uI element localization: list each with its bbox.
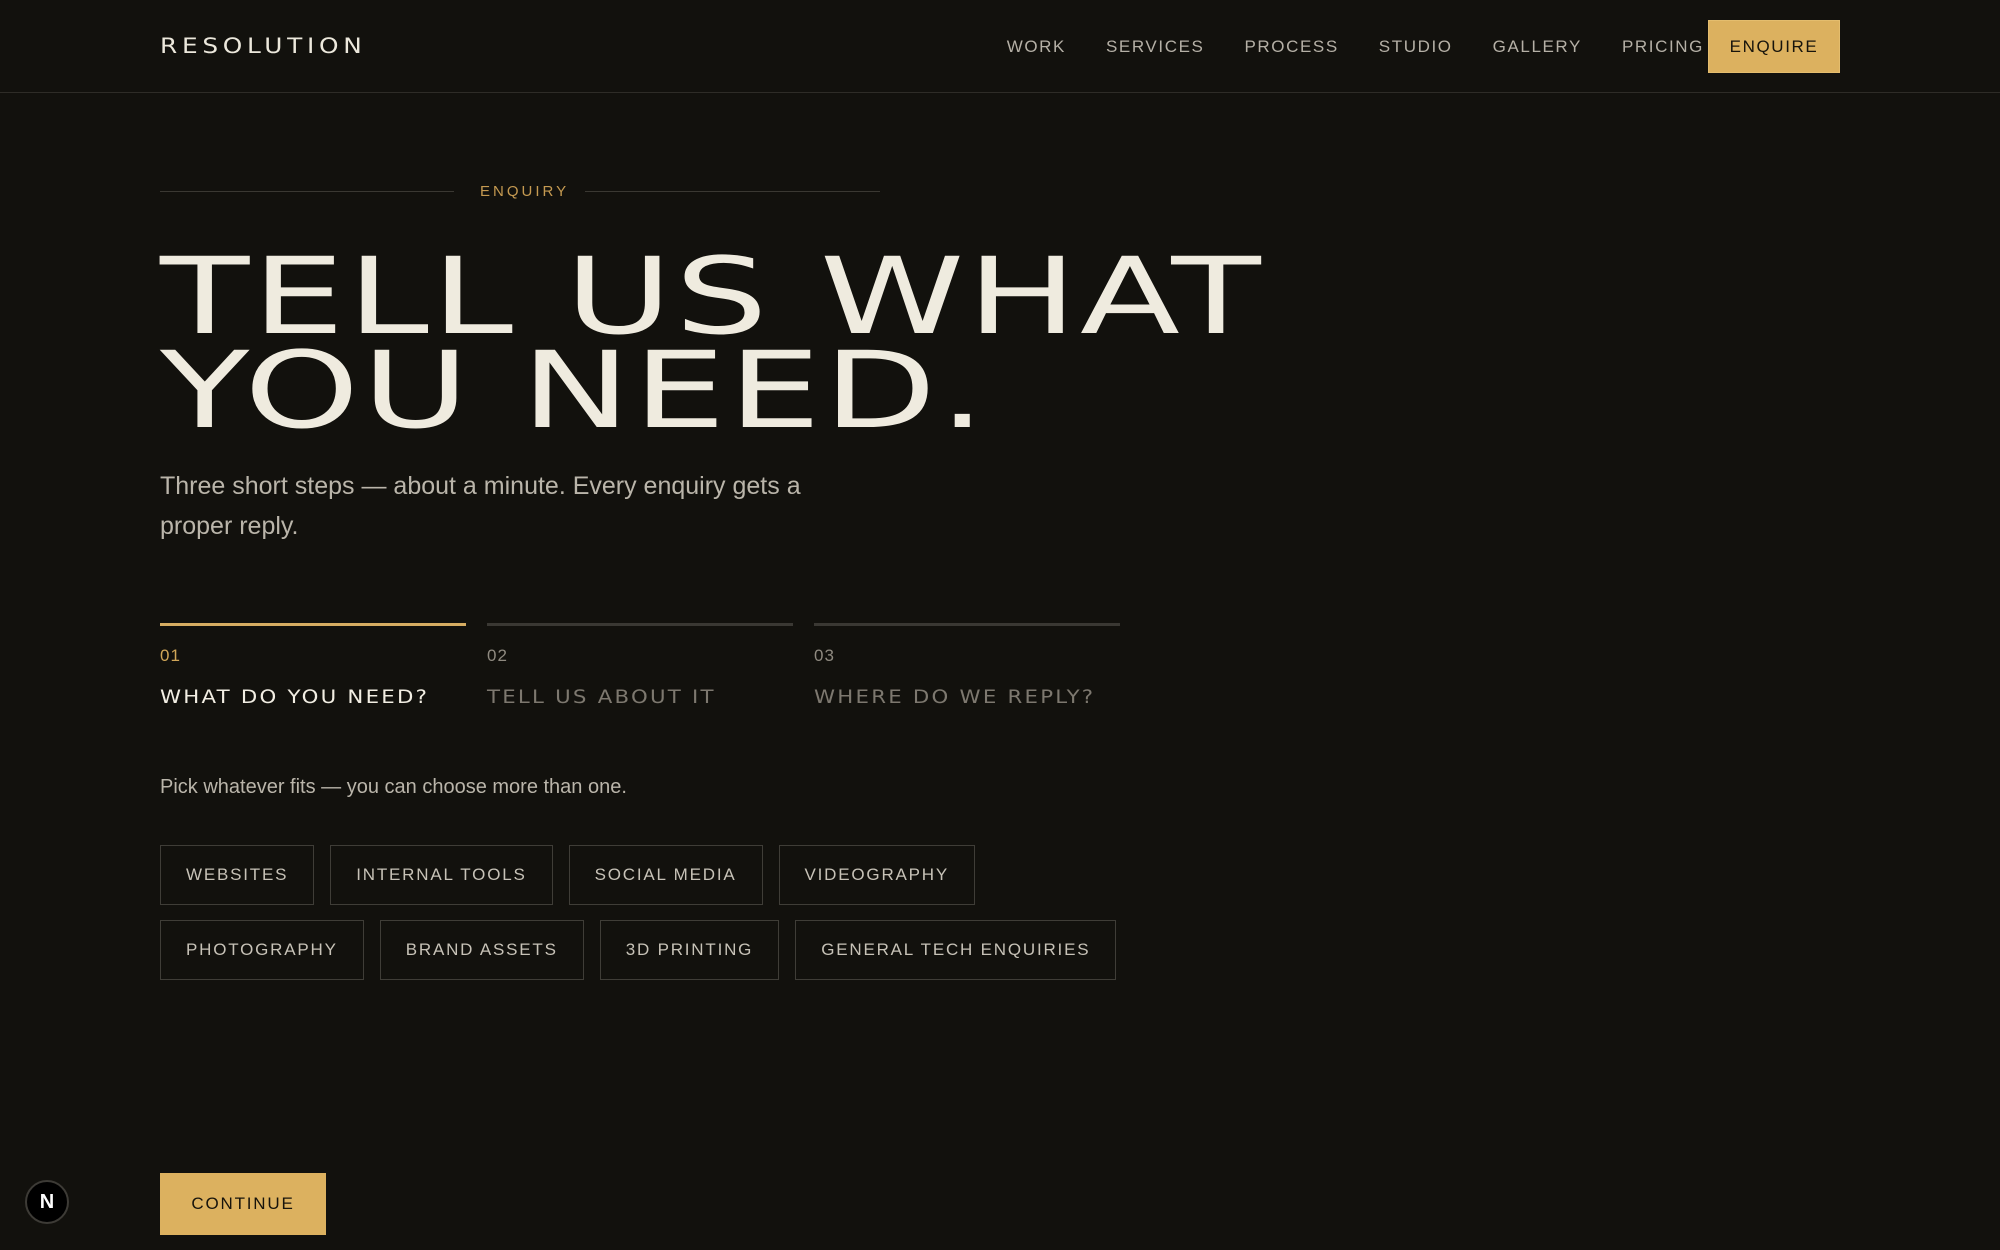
eyebrow-divider-left [160, 191, 454, 192]
option-general-tech-enquiries[interactable]: GENERAL TECH ENQUIRIES [795, 920, 1117, 980]
step-2-number: 02 [487, 646, 508, 665]
nav-link-gallery[interactable]: GALLERY [1493, 37, 1582, 57]
option-videography[interactable]: VIDEOGRAPHY [778, 845, 976, 905]
service-options-row-1: WEBSITES INTERNAL TOOLS SOCIAL MEDIA VID… [160, 845, 976, 905]
step-3-number: 03 [814, 646, 835, 665]
step-2[interactable]: 02 TELL US ABOUT IT [487, 623, 793, 708]
enquiry-page: RESOLUTION WORK SERVICES PROCESS STUDIO … [0, 0, 2000, 1250]
step-3-label: WHERE DO WE REPLY? [814, 686, 1096, 708]
nav-link-services[interactable]: SERVICES [1106, 37, 1204, 57]
page-title-line-2: YOU NEED. [160, 329, 989, 452]
nav-link-pricing[interactable]: PRICING [1622, 37, 1704, 57]
option-brand-assets[interactable]: BRAND ASSETS [379, 920, 584, 980]
step-3[interactable]: 03 WHERE DO WE REPLY? [814, 623, 1120, 708]
nav-link-studio[interactable]: STUDIO [1379, 37, 1453, 57]
enquire-button[interactable]: ENQUIRE [1708, 20, 1840, 73]
nav-links: WORK SERVICES PROCESS STUDIO GALLERY PRI… [967, 37, 1704, 57]
step-2-progress-bar [487, 623, 793, 626]
step-3-progress-bar [814, 623, 1120, 626]
step-1[interactable]: 01 WHAT DO YOU NEED? [160, 623, 466, 708]
step-1-label: WHAT DO YOU NEED? [160, 686, 430, 708]
eyebrow-divider-right [585, 191, 880, 192]
step-1-number: 01 [160, 646, 181, 665]
nextjs-icon[interactable]: N [25, 1180, 69, 1224]
service-options-row-2: PHOTOGRAPHY BRAND ASSETS 3D PRINTING GEN… [160, 920, 1117, 980]
page-subtitle: Three short steps — about a minute. Ever… [160, 472, 801, 540]
eyebrow-label: ENQUIRY [480, 183, 570, 200]
page-title: TELL US WHAT YOU NEED. [160, 244, 1264, 452]
selection-hint: Pick whatever fits — you can choose more… [160, 776, 627, 798]
step-1-progress-bar [160, 623, 466, 626]
nav-link-process[interactable]: PROCESS [1244, 37, 1338, 57]
option-social-media[interactable]: SOCIAL MEDIA [568, 845, 763, 905]
option-internal-tools[interactable]: INTERNAL TOOLS [330, 845, 553, 905]
nav-link-work[interactable]: WORK [1007, 37, 1066, 57]
option-3d-printing[interactable]: 3D PRINTING [599, 920, 780, 980]
top-nav: RESOLUTION WORK SERVICES PROCESS STUDIO … [0, 0, 2000, 93]
option-photography[interactable]: PHOTOGRAPHY [160, 920, 364, 980]
logo[interactable]: RESOLUTION [160, 34, 367, 58]
step-2-label: TELL US ABOUT IT [487, 686, 716, 708]
nextjs-icon-letter: N [39, 1190, 55, 1213]
option-websites[interactable]: WEBSITES [160, 845, 315, 905]
continue-button[interactable]: CONTINUE [160, 1173, 326, 1235]
